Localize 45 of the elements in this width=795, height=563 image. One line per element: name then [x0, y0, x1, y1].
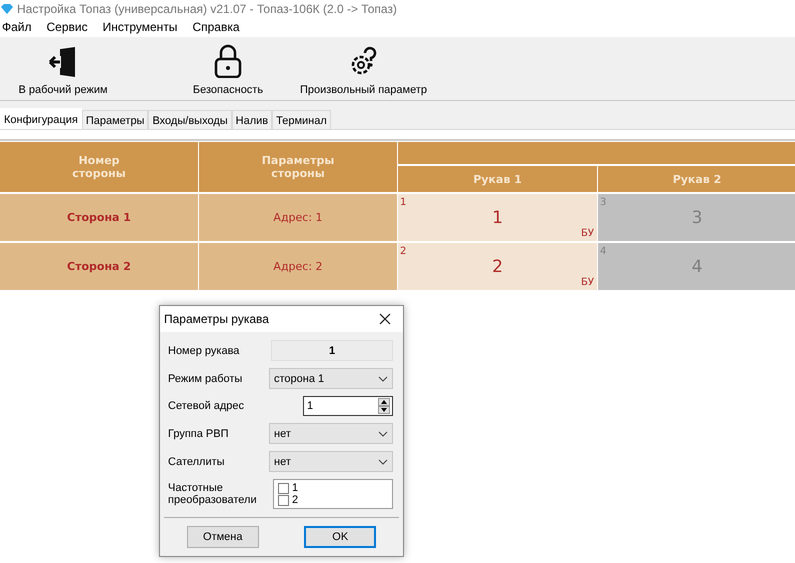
toolbar-button[interactable]: Произвольный параметр	[296, 46, 431, 100]
table-cell: Сторона 1	[0, 194, 198, 241]
spin-arrows-icon[interactable]	[378, 398, 390, 414]
menu-item[interactable]: Файл	[2, 20, 32, 34]
column-header: Номер стороны	[0, 142, 198, 192]
chevron-down-icon	[378, 376, 388, 382]
dropdown[interactable]: нет	[269, 423, 393, 444]
readonly-field: 1	[271, 340, 393, 361]
menu-item[interactable]: Инструменты	[102, 20, 178, 34]
checkbox-item[interactable]: 2	[278, 494, 388, 506]
tab[interactable]: Налив	[232, 110, 272, 129]
chevron-down-icon	[378, 458, 388, 464]
column-header: Рукав 2	[598, 166, 795, 192]
field-label: Частотные преобразователи	[168, 482, 258, 506]
tab[interactable]: Терминал	[272, 110, 331, 129]
field-label: Сателлиты	[168, 456, 226, 468]
dropdown[interactable]: сторона 1	[269, 368, 393, 389]
lock-icon	[214, 44, 242, 78]
dialog-button[interactable]: Отмена	[186, 526, 259, 548]
window-title: Настройка Топаз (универсальная) v21.07 - Топаз-106К (2.0 -> Топаз)	[17, 2, 397, 16]
tab[interactable]: Входы/выходы	[148, 110, 232, 129]
dropdown[interactable]: нет	[269, 451, 393, 472]
field-label: Номер рукава	[168, 344, 240, 356]
table-cell: Сторона 2	[0, 243, 198, 290]
sleeve-cell[interactable]: 1 1 БУ	[398, 194, 597, 241]
menu-item[interactable]: Сервис	[46, 20, 88, 34]
number-field[interactable]: 1	[303, 396, 393, 416]
dialog-title: Параметры рукава	[164, 312, 269, 326]
column-header: Параметры стороны	[199, 142, 397, 192]
column-header: Рукав 1	[398, 166, 597, 192]
table-cell: Адрес: 2	[199, 243, 397, 290]
sleeve-cell[interactable]: 2 2 БУ	[398, 243, 597, 290]
chevron-down-icon	[378, 430, 388, 436]
checkbox-item[interactable]: 1	[278, 482, 388, 494]
tab[interactable]: Параметры	[82, 110, 148, 129]
menu-item[interactable]: Справка	[192, 20, 240, 34]
field-label: Режим работы	[168, 372, 244, 384]
tab[interactable]: Конфигурация	[0, 108, 82, 129]
app-logo-icon	[1, 4, 13, 14]
field-label: Сетевой адрес	[168, 400, 246, 412]
field-label: Группа РВП	[168, 428, 230, 440]
close-icon[interactable]	[379, 313, 391, 325]
dialog-button[interactable]: OK	[304, 526, 376, 548]
toolbar-button[interactable]: В рабочий режим	[0, 46, 126, 100]
table-cell: Адрес: 1	[199, 194, 397, 241]
